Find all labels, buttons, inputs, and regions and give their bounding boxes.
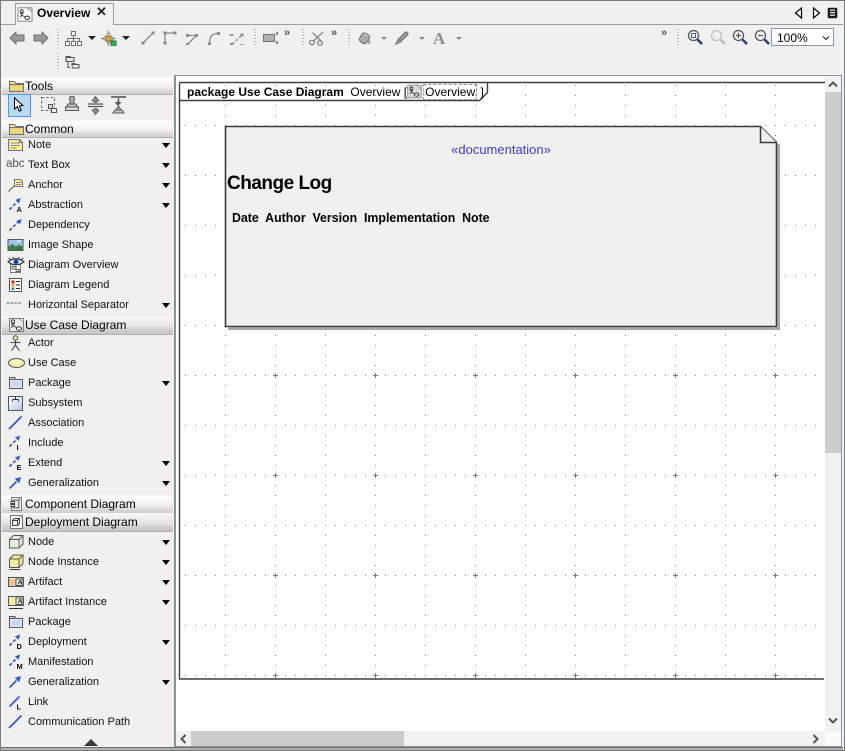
svg-text:D: D bbox=[17, 642, 23, 650]
svg-text:A: A bbox=[18, 599, 23, 606]
svg-text:A: A bbox=[17, 205, 23, 213]
svg-text:M: M bbox=[17, 662, 23, 670]
svg-text:I: I bbox=[17, 443, 19, 451]
svg-text:L: L bbox=[17, 703, 22, 711]
svg-text:A: A bbox=[18, 580, 23, 587]
svg-text:E: E bbox=[17, 463, 22, 471]
